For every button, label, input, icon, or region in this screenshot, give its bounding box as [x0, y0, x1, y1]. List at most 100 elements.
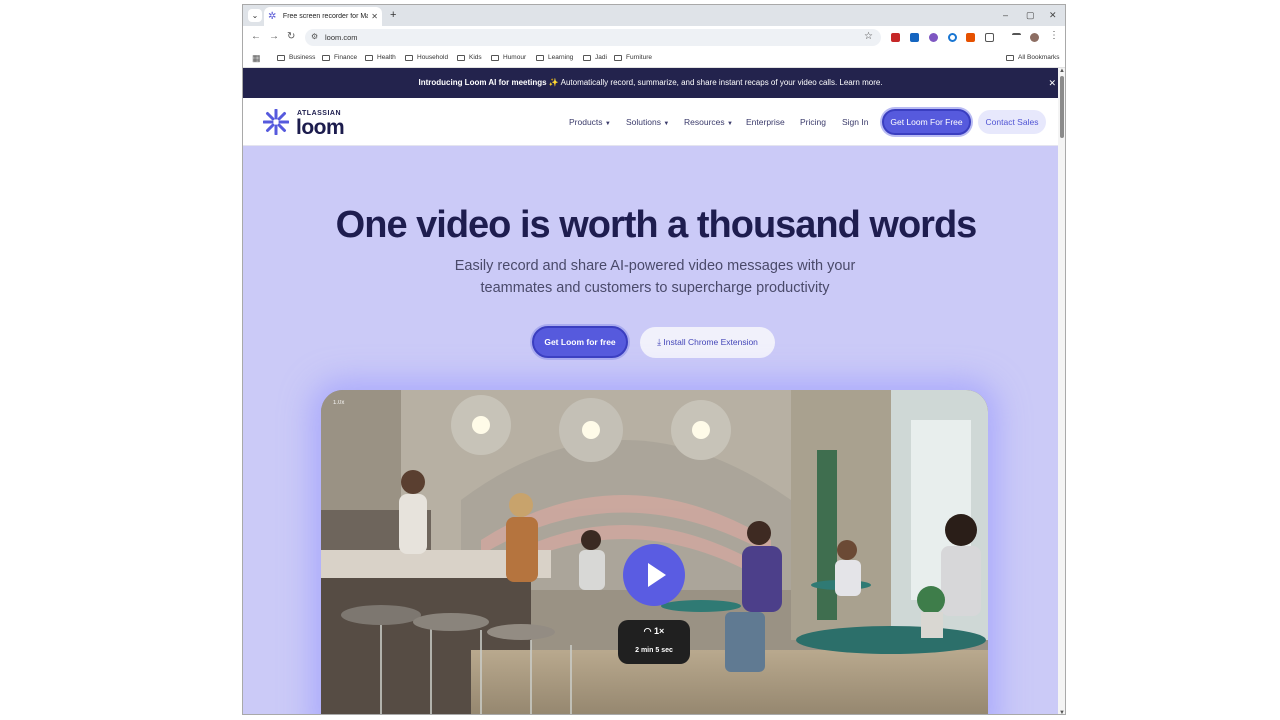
- play-button[interactable]: [623, 544, 685, 606]
- maximize-icon[interactable]: ▢: [1026, 10, 1035, 20]
- logo-loom-text[interactable]: loom: [296, 116, 345, 140]
- folder-icon: [322, 54, 330, 61]
- install-chrome-extension-label: Install Chrome Extension: [663, 337, 758, 347]
- extension-purple-icon[interactable]: [929, 33, 938, 42]
- caret-down-icon: ▼: [727, 121, 733, 127]
- hero-title: One video is worth a thousand words: [335, 204, 978, 246]
- site-nav: ATLASSIAN loom Products ▼ Solutions ▼ Re…: [243, 98, 1058, 146]
- caret-down-icon: ▼: [663, 121, 670, 127]
- bookmark-label: Household: [417, 54, 449, 61]
- folder-icon: [1006, 54, 1014, 61]
- browser-tab[interactable]: ✲ Free screen recorder for Mac an ✕: [264, 7, 382, 26]
- nav-sign-in[interactable]: Sign In: [842, 117, 868, 127]
- site-info-icon[interactable]: ⚙: [311, 32, 318, 41]
- menu-kebab-icon[interactable]: ⋮: [1049, 30, 1059, 42]
- nav-resources-label: Resources: [684, 117, 725, 127]
- nav-solutions-label: Solutions: [626, 117, 661, 127]
- extension-circle-icon[interactable]: [948, 33, 957, 42]
- loom-logo-icon[interactable]: [263, 109, 289, 135]
- bookmark-household[interactable]: Household: [405, 54, 448, 61]
- scroll-thumb[interactable]: [1060, 76, 1064, 138]
- close-icon[interactable]: ✕: [371, 12, 378, 21]
- bookmark-star-icon[interactable]: ☆: [864, 31, 873, 42]
- folder-icon: [491, 54, 499, 61]
- folder-icon: [365, 54, 373, 61]
- get-loom-for-free-button[interactable]: Get Loom for free: [532, 326, 628, 358]
- hero-video[interactable]: 1.0x ◠ 1× 2 min 5 sec: [321, 390, 988, 714]
- folder-icon: [614, 54, 622, 61]
- nav-pricing[interactable]: Pricing: [800, 117, 826, 127]
- bookmark-finance[interactable]: Finance: [322, 54, 357, 61]
- install-chrome-extension-button[interactable]: ⤓ Install Chrome Extension: [640, 327, 775, 358]
- bookmark-jadi[interactable]: Jadi: [583, 54, 607, 61]
- bookmark-humour[interactable]: Humour: [491, 54, 526, 61]
- loom-favicon-icon: ✲: [268, 10, 277, 22]
- browser-toolbar: ← → ↻ ⚙ loom.com ☆ ⋮: [243, 26, 1065, 49]
- nav-products[interactable]: Products ▼: [569, 117, 611, 127]
- bookmarks-bar: ▦ Business Finance Health Household Kids…: [243, 49, 1065, 68]
- new-tab-icon[interactable]: +: [390, 9, 396, 21]
- hero-subtitle: Easily record and share AI-powered video…: [454, 258, 856, 296]
- scroll-down-icon[interactable]: ▼: [1059, 710, 1065, 714]
- forward-icon[interactable]: →: [269, 31, 279, 43]
- reload-icon[interactable]: ↻: [287, 31, 295, 43]
- play-icon: [648, 563, 666, 587]
- nav-enterprise[interactable]: Enterprise: [746, 117, 785, 127]
- bookmark-label: Furniture: [626, 54, 653, 61]
- bookmark-label: Health: [377, 54, 396, 61]
- page-scrollbar[interactable]: ▲ ▼: [1058, 68, 1065, 714]
- loom-page: Introducing Loom AI for meetings ✨ Autom…: [243, 68, 1058, 714]
- bookmark-business[interactable]: Business: [277, 54, 315, 61]
- minimize-icon[interactable]: –: [1003, 10, 1008, 20]
- caret-down-icon: ▼: [604, 121, 611, 127]
- bookmark-label: Finance: [334, 54, 358, 61]
- address-bar[interactable]: ⚙ loom.com ☆: [305, 29, 881, 46]
- extension-red-icon[interactable]: [891, 33, 900, 42]
- nav-solutions[interactable]: Solutions ▼: [626, 117, 669, 127]
- announcement-banner[interactable]: Introducing Loom AI for meetings ✨ Autom…: [243, 68, 1058, 98]
- url-text: loom.com: [325, 33, 358, 42]
- extensions-puzzle-icon[interactable]: [985, 33, 994, 42]
- extension-blue-icon[interactable]: [910, 33, 919, 42]
- nav-resources[interactable]: Resources ▼: [684, 117, 733, 127]
- bookmark-learning[interactable]: Learning: [536, 54, 573, 61]
- playback-speed[interactable]: ◠ 1×: [618, 626, 690, 637]
- folder-icon: [536, 54, 544, 61]
- video-speed-badge: 1.0x: [333, 400, 345, 406]
- folder-icon: [457, 54, 465, 61]
- sparkle-icon: ✨: [548, 78, 559, 87]
- playback-speed-label: 1×: [654, 626, 665, 636]
- folder-icon: [277, 54, 285, 61]
- bookmark-kids[interactable]: Kids: [457, 54, 482, 61]
- back-icon[interactable]: ←: [251, 31, 261, 43]
- scroll-up-icon[interactable]: ▲: [1059, 68, 1065, 74]
- banner-headline: Introducing Loom AI for meetings: [418, 78, 547, 87]
- bookmark-label: Humour: [503, 54, 527, 61]
- all-bookmarks[interactable]: All Bookmarks: [1006, 54, 1060, 61]
- tab-strip: ⌄ ✲ Free screen recorder for Mac an ✕ + …: [243, 5, 1065, 26]
- banner-text: Automatically record, summarize, and sha…: [560, 78, 883, 87]
- speed-gauge-icon: ◠: [643, 626, 652, 636]
- bookmark-label: Jadi: [595, 54, 607, 61]
- video-duration: 2 min 5 sec: [635, 647, 673, 654]
- apps-grid-icon[interactable]: ▦: [252, 54, 261, 63]
- extension-orange-icon[interactable]: [966, 33, 975, 42]
- bookmark-label: All Bookmarks: [1018, 54, 1060, 61]
- bookmark-health[interactable]: Health: [365, 54, 396, 61]
- tab-search-icon[interactable]: ⌄: [248, 9, 262, 22]
- bookmark-label: Business: [289, 54, 316, 61]
- bookmark-furniture[interactable]: Furniture: [614, 54, 652, 61]
- get-loom-free-button[interactable]: Get Loom For Free: [882, 109, 971, 135]
- video-info-pill[interactable]: ◠ 1× 2 min 5 sec: [618, 620, 690, 664]
- media-control-icon[interactable]: [1012, 33, 1021, 42]
- download-icon: ⤓: [657, 337, 662, 347]
- bookmark-label: Learning: [548, 54, 574, 61]
- folder-icon: [583, 54, 591, 61]
- tab-title: Free screen recorder for Mac an: [282, 13, 368, 20]
- profile-avatar[interactable]: [1030, 33, 1039, 42]
- folder-icon: [405, 54, 413, 61]
- contact-sales-button[interactable]: Contact Sales: [978, 110, 1046, 134]
- bookmark-label: Kids: [469, 54, 482, 61]
- window-close-icon[interactable]: ✕: [1049, 10, 1057, 20]
- banner-close-icon[interactable]: ✕: [1048, 68, 1056, 98]
